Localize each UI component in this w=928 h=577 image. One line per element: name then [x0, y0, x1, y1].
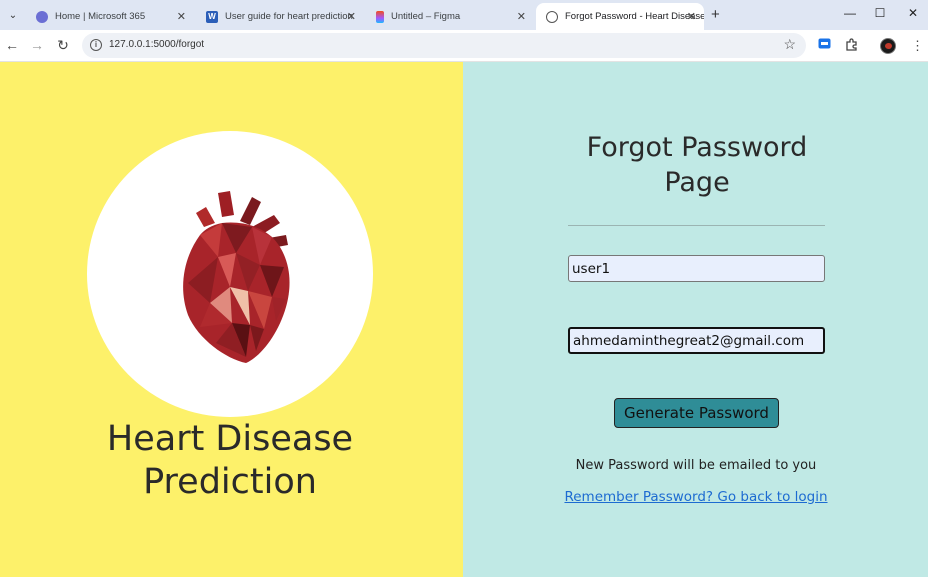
word-favicon-icon: W: [206, 10, 218, 23]
url-text[interactable]: 127.0.0.1:5000/forgot: [109, 39, 204, 50]
bookmark-star-icon[interactable]: ☆: [783, 36, 796, 53]
forward-arrow-icon[interactable]: →: [28, 37, 46, 53]
microsoft-365-favicon-icon: [36, 10, 48, 23]
maximize-window-icon[interactable]: ☐: [872, 6, 888, 20]
generate-password-button[interactable]: Generate Password: [614, 398, 779, 428]
extensions-puzzle-icon[interactable]: [845, 38, 858, 54]
address-bar[interactable]: i 127.0.0.1:5000/forgot ☆: [82, 33, 806, 58]
new-tab-button[interactable]: +: [711, 6, 720, 23]
email-input[interactable]: [568, 327, 825, 354]
page-title-line1: Forgot Password: [586, 132, 808, 163]
close-window-icon[interactable]: ✕: [905, 6, 921, 20]
brand-panel: Heart Disease Prediction: [0, 62, 463, 577]
email-note: New Password will be emailed to you: [575, 458, 817, 473]
tab-title: Forgot Password - Heart Disease Predicti…: [565, 11, 704, 22]
back-to-login-link[interactable]: Remember Password? Go back to login: [540, 489, 852, 505]
close-tab-icon[interactable]: ✕: [177, 10, 186, 23]
tab-search-chevron-icon[interactable]: ⌄: [4, 6, 22, 24]
tab-user-guide[interactable]: W User guide for heart prediction ✕: [196, 3, 364, 30]
tab-microsoft-365[interactable]: Home | Microsoft 365 ✕: [26, 3, 194, 30]
reload-icon[interactable]: ↻: [54, 37, 72, 54]
anatomical-heart-icon: [183, 191, 290, 363]
tab-title: Home | Microsoft 365: [55, 11, 146, 22]
username-input[interactable]: [568, 255, 825, 282]
browser-tab-strip: ⌄ Home | Microsoft 365 ✕ W User guide fo…: [0, 0, 928, 30]
forgot-password-page: Heart Disease Prediction Forgot Password…: [0, 62, 928, 577]
page-title: Forgot Password Page: [568, 130, 826, 200]
page-title-line2: Page: [664, 167, 730, 198]
app-title-line2: Prediction: [143, 462, 317, 502]
translate-extension-icon[interactable]: [818, 38, 831, 52]
minimize-window-icon[interactable]: —: [842, 6, 858, 20]
close-tab-icon[interactable]: ✕: [347, 10, 356, 23]
back-arrow-icon[interactable]: ←: [3, 37, 21, 53]
profile-avatar[interactable]: [880, 38, 896, 54]
tab-title: User guide for heart prediction: [225, 11, 353, 22]
heading-divider: [568, 225, 825, 226]
browser-menu-icon[interactable]: ⋮: [911, 38, 924, 54]
app-title: Heart Disease Prediction: [0, 418, 460, 504]
site-info-icon[interactable]: i: [90, 39, 102, 51]
tab-figma[interactable]: Untitled – Figma ✕: [366, 3, 534, 30]
globe-favicon-icon: [546, 10, 558, 23]
browser-toolbar: ← → ↻ i 127.0.0.1:5000/forgot ☆ ⋮: [0, 30, 928, 62]
app-title-line1: Heart Disease: [106, 419, 354, 459]
figma-favicon-icon: [376, 10, 384, 23]
tab-title: Untitled – Figma: [391, 11, 461, 22]
close-tab-icon[interactable]: ✕: [687, 10, 696, 23]
close-tab-icon[interactable]: ✕: [517, 10, 526, 23]
tab-forgot-password[interactable]: Forgot Password - Heart Disease Predicti…: [536, 3, 704, 30]
